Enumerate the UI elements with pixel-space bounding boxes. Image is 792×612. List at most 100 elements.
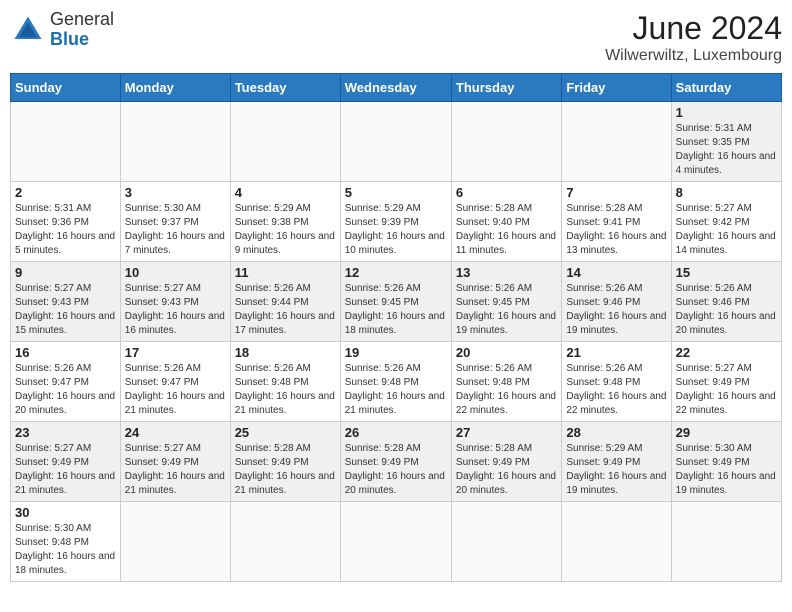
month-year-title: June 2024 bbox=[605, 10, 782, 47]
day-info: Sunrise: 5:27 AM Sunset: 9:42 PM Dayligh… bbox=[676, 202, 777, 258]
day-info: Sunrise: 5:27 AM Sunset: 9:43 PM Dayligh… bbox=[15, 282, 116, 338]
calendar-day-cell bbox=[340, 102, 451, 182]
header: General Blue June 2024 Wilwerwiltz, Luxe… bbox=[10, 10, 782, 65]
day-number: 7 bbox=[566, 185, 666, 200]
day-info: Sunrise: 5:28 AM Sunset: 9:40 PM Dayligh… bbox=[456, 202, 557, 258]
day-info: Sunrise: 5:26 AM Sunset: 9:44 PM Dayligh… bbox=[235, 282, 336, 338]
day-number: 20 bbox=[456, 345, 557, 360]
day-info: Sunrise: 5:26 AM Sunset: 9:46 PM Dayligh… bbox=[566, 282, 666, 338]
day-info: Sunrise: 5:29 AM Sunset: 9:38 PM Dayligh… bbox=[235, 202, 336, 258]
day-info: Sunrise: 5:26 AM Sunset: 9:48 PM Dayligh… bbox=[345, 362, 447, 418]
day-info: Sunrise: 5:26 AM Sunset: 9:45 PM Dayligh… bbox=[345, 282, 447, 338]
day-number: 19 bbox=[345, 345, 447, 360]
calendar-day-cell: 10 Sunrise: 5:27 AM Sunset: 9:43 PM Dayli… bbox=[120, 262, 230, 342]
logo-blue: Blue bbox=[50, 30, 114, 50]
calendar-day-cell bbox=[230, 502, 340, 582]
day-info: Sunrise: 5:29 AM Sunset: 9:39 PM Dayligh… bbox=[345, 202, 447, 258]
day-info: Sunrise: 5:27 AM Sunset: 9:49 PM Dayligh… bbox=[676, 362, 777, 418]
general-blue-logo-icon bbox=[10, 12, 46, 48]
day-info: Sunrise: 5:26 AM Sunset: 9:47 PM Dayligh… bbox=[15, 362, 116, 418]
col-sunday: Sunday bbox=[11, 74, 121, 102]
calendar-day-cell: 14 Sunrise: 5:26 AM Sunset: 9:46 PM Dayli… bbox=[562, 262, 671, 342]
calendar-day-cell: 28 Sunrise: 5:29 AM Sunset: 9:49 PM Dayli… bbox=[562, 422, 671, 502]
calendar-day-cell: 25Sunrise: 5:28 AM Sunset: 9:49 PM Dayli… bbox=[230, 422, 340, 502]
day-number: 4 bbox=[235, 185, 336, 200]
col-friday: Friday bbox=[562, 74, 671, 102]
calendar-day-cell: 13 Sunrise: 5:26 AM Sunset: 9:45 PM Dayli… bbox=[451, 262, 561, 342]
calendar-day-cell bbox=[120, 102, 230, 182]
day-info: Sunrise: 5:30 AM Sunset: 9:49 PM Dayligh… bbox=[676, 442, 777, 498]
calendar-day-cell: 12 Sunrise: 5:26 AM Sunset: 9:45 PM Dayli… bbox=[340, 262, 451, 342]
calendar-day-cell bbox=[671, 502, 781, 582]
calendar-day-cell: 2Sunrise: 5:31 AM Sunset: 9:36 PM Daylig… bbox=[11, 182, 121, 262]
col-tuesday: Tuesday bbox=[230, 74, 340, 102]
logo: General Blue bbox=[10, 10, 114, 50]
calendar-day-cell: 3 Sunrise: 5:30 AM Sunset: 9:37 PM Daylig… bbox=[120, 182, 230, 262]
calendar-day-cell: 29 Sunrise: 5:30 AM Sunset: 9:49 PM Dayli… bbox=[671, 422, 781, 502]
day-number: 24 bbox=[125, 425, 226, 440]
day-info: Sunrise: 5:31 AM Sunset: 9:35 PM Dayligh… bbox=[676, 122, 777, 178]
calendar-day-cell: 4 Sunrise: 5:29 AM Sunset: 9:38 PM Daylig… bbox=[230, 182, 340, 262]
day-number: 15 bbox=[676, 265, 777, 280]
calendar-table: Sunday Monday Tuesday Wednesday Thursday… bbox=[10, 73, 782, 582]
calendar-day-cell: 26Sunrise: 5:28 AM Sunset: 9:49 PM Dayli… bbox=[340, 422, 451, 502]
calendar-day-cell: 22 Sunrise: 5:27 AM Sunset: 9:49 PM Dayli… bbox=[671, 342, 781, 422]
day-number: 27 bbox=[456, 425, 557, 440]
day-number: 6 bbox=[456, 185, 557, 200]
day-info: Sunrise: 5:30 AM Sunset: 9:48 PM Dayligh… bbox=[15, 522, 116, 578]
page-container: General Blue June 2024 Wilwerwiltz, Luxe… bbox=[10, 10, 782, 582]
day-number: 1 bbox=[676, 105, 777, 120]
calendar-week-row: 16 Sunrise: 5:26 AM Sunset: 9:47 PM Dayli… bbox=[11, 342, 782, 422]
location-subtitle: Wilwerwiltz, Luxembourg bbox=[605, 47, 782, 65]
calendar-week-row: 9 Sunrise: 5:27 AM Sunset: 9:43 PM Daylig… bbox=[11, 262, 782, 342]
day-number: 30 bbox=[15, 505, 116, 520]
day-number: 16 bbox=[15, 345, 116, 360]
day-number: 13 bbox=[456, 265, 557, 280]
day-info: Sunrise: 5:29 AM Sunset: 9:49 PM Dayligh… bbox=[566, 442, 666, 498]
day-number: 29 bbox=[676, 425, 777, 440]
day-info: Sunrise: 5:27 AM Sunset: 9:49 PM Dayligh… bbox=[15, 442, 116, 498]
calendar-day-cell: 11Sunrise: 5:26 AM Sunset: 9:44 PM Dayli… bbox=[230, 262, 340, 342]
day-number: 18 bbox=[235, 345, 336, 360]
day-number: 8 bbox=[676, 185, 777, 200]
day-info: Sunrise: 5:27 AM Sunset: 9:49 PM Dayligh… bbox=[125, 442, 226, 498]
calendar-day-cell: 30 Sunrise: 5:30 AM Sunset: 9:48 PM Dayli… bbox=[11, 502, 121, 582]
day-info: Sunrise: 5:26 AM Sunset: 9:45 PM Dayligh… bbox=[456, 282, 557, 338]
calendar-day-cell: 16 Sunrise: 5:26 AM Sunset: 9:47 PM Dayli… bbox=[11, 342, 121, 422]
calendar-day-cell: 17 Sunrise: 5:26 AM Sunset: 9:47 PM Dayli… bbox=[120, 342, 230, 422]
col-monday: Monday bbox=[120, 74, 230, 102]
calendar-day-cell bbox=[451, 102, 561, 182]
calendar-day-cell bbox=[230, 102, 340, 182]
calendar-week-row: 23Sunrise: 5:27 AM Sunset: 9:49 PM Dayli… bbox=[11, 422, 782, 502]
day-number: 3 bbox=[125, 185, 226, 200]
day-number: 10 bbox=[125, 265, 226, 280]
calendar-day-cell bbox=[11, 102, 121, 182]
day-info: Sunrise: 5:26 AM Sunset: 9:47 PM Dayligh… bbox=[125, 362, 226, 418]
day-number: 5 bbox=[345, 185, 447, 200]
day-info: Sunrise: 5:28 AM Sunset: 9:41 PM Dayligh… bbox=[566, 202, 666, 258]
day-info: Sunrise: 5:28 AM Sunset: 9:49 PM Dayligh… bbox=[456, 442, 557, 498]
calendar-header-row: Sunday Monday Tuesday Wednesday Thursday… bbox=[11, 74, 782, 102]
calendar-day-cell: 24 Sunrise: 5:27 AM Sunset: 9:49 PM Dayli… bbox=[120, 422, 230, 502]
day-number: 17 bbox=[125, 345, 226, 360]
day-number: 21 bbox=[566, 345, 666, 360]
calendar-day-cell: 23Sunrise: 5:27 AM Sunset: 9:49 PM Dayli… bbox=[11, 422, 121, 502]
day-number: 22 bbox=[676, 345, 777, 360]
calendar-day-cell: 21Sunrise: 5:26 AM Sunset: 9:48 PM Dayli… bbox=[562, 342, 671, 422]
day-info: Sunrise: 5:28 AM Sunset: 9:49 PM Dayligh… bbox=[345, 442, 447, 498]
day-info: Sunrise: 5:30 AM Sunset: 9:37 PM Dayligh… bbox=[125, 202, 226, 258]
day-number: 28 bbox=[566, 425, 666, 440]
calendar-day-cell: 20Sunrise: 5:26 AM Sunset: 9:48 PM Dayli… bbox=[451, 342, 561, 422]
day-number: 12 bbox=[345, 265, 447, 280]
calendar-day-cell: 15Sunrise: 5:26 AM Sunset: 9:46 PM Dayli… bbox=[671, 262, 781, 342]
day-number: 9 bbox=[15, 265, 116, 280]
calendar-day-cell: 8 Sunrise: 5:27 AM Sunset: 9:42 PM Daylig… bbox=[671, 182, 781, 262]
day-number: 14 bbox=[566, 265, 666, 280]
logo-text: General Blue bbox=[50, 10, 114, 50]
day-info: Sunrise: 5:27 AM Sunset: 9:43 PM Dayligh… bbox=[125, 282, 226, 338]
calendar-day-cell: 6 Sunrise: 5:28 AM Sunset: 9:40 PM Daylig… bbox=[451, 182, 561, 262]
calendar-day-cell bbox=[120, 502, 230, 582]
col-thursday: Thursday bbox=[451, 74, 561, 102]
calendar-day-cell: 9 Sunrise: 5:27 AM Sunset: 9:43 PM Daylig… bbox=[11, 262, 121, 342]
calendar-day-cell: 7 Sunrise: 5:28 AM Sunset: 9:41 PM Daylig… bbox=[562, 182, 671, 262]
